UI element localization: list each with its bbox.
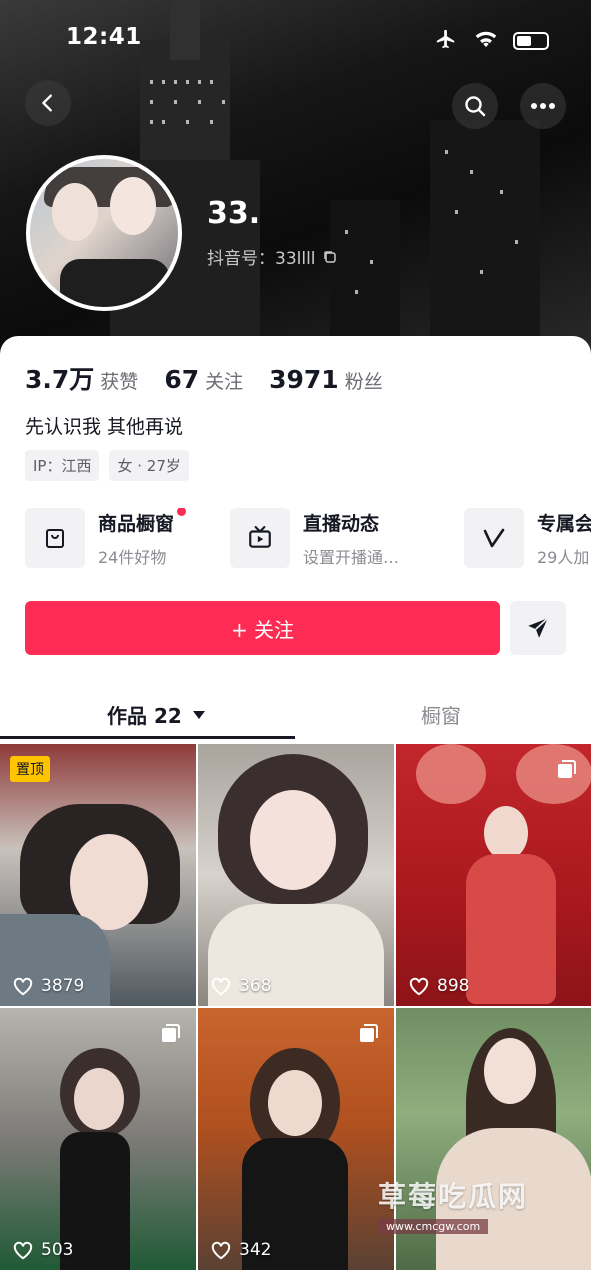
shortcut-subtitle: 29人加 [537,547,590,567]
like-count-value: 3879 [41,976,85,996]
gender-age-tag: 女 · 27岁 [109,450,189,481]
status-bar: 12:41 [0,22,591,58]
video-tile[interactable]: 368 [198,744,394,1006]
stat-label: 关注 [205,371,244,393]
shortcut-subtitle: 24件好物 [98,547,167,567]
heart-icon [13,1241,33,1260]
search-icon [465,96,486,117]
shortcut-live-updates[interactable]: 直播动态 设置开播通… [230,508,399,568]
copy-icon[interactable] [322,249,338,265]
shortcut-title: 专属会 [537,512,591,535]
shortcut-subtitle: 设置开播通… [303,547,400,567]
wifi-icon [473,29,499,53]
avatar[interactable] [26,155,182,311]
caret-down-icon [192,710,205,719]
back-button[interactable] [25,80,71,126]
shortcut-title: 商品橱窗 [98,512,175,535]
stat-following[interactable]: 67 关注 [164,365,243,394]
share-button[interactable] [510,601,566,655]
ip-location-tag: IP：江西 [25,450,100,481]
v-badge-icon [464,508,524,568]
tab-indicator [0,736,295,739]
like-count-value: 368 [239,976,272,996]
stat-value: 3.7万 [25,365,95,394]
more-button[interactable] [520,83,566,129]
pinned-badge: 置顶 [10,756,50,782]
profile-stats: 3.7万 获赞 67 关注 3971 粉丝 [25,360,383,396]
shopping-bag-icon [25,508,85,568]
watermark-url: www.cmcgw.com [378,1219,489,1234]
profile-bio: 先认识我 其他再说 [25,416,184,438]
stat-value: 67 [164,365,200,394]
watermark: 草莓吃瓜网 www.cmcgw.com [378,1175,588,1234]
heart-icon [13,977,33,996]
tab-label: 作品 22 [107,704,182,728]
profile-tags: IP：江西 女 · 27岁 [25,450,189,481]
heart-icon [211,977,231,996]
follow-button[interactable]: + 关注 [25,601,500,655]
like-count: 503 [12,1240,73,1260]
stat-likes[interactable]: 3.7万 获赞 [25,360,138,396]
airplane-icon [433,28,459,54]
multi-image-icon [162,1024,180,1042]
video-tile[interactable]: 503 [0,1008,196,1270]
shortcut-shop-window[interactable]: 商品橱窗 24件好物 [25,508,187,568]
stat-followers[interactable]: 3971 粉丝 [269,365,383,394]
notification-dot [177,508,187,516]
profile-card: 3.7万 获赞 67 关注 3971 粉丝 先认识我 其他再说 IP：江西 女 · 2… [0,336,591,1280]
video-tile[interactable]: 342 [198,1008,394,1270]
heart-icon [211,1241,231,1260]
profile-shortcuts: 商品橱窗 24件好物 直播动态 设置开播通… 专属会 29人加 [25,508,591,572]
heart-icon [409,977,429,996]
status-time: 12:41 [66,24,142,50]
shortcut-exclusive-membership[interactable]: 专属会 29人加 [464,508,591,568]
chevron-left-icon [42,94,52,112]
video-tile[interactable]: 898 [396,744,591,1006]
shortcut-title: 直播动态 [303,512,380,535]
multi-image-icon [558,760,576,778]
multi-image-icon [360,1024,378,1042]
tab-works[interactable]: 作品 22 [107,700,206,729]
like-count-value: 342 [239,1240,272,1260]
douyin-id[interactable]: 抖音号：33llll [207,244,338,269]
stat-label: 粉丝 [344,371,383,393]
video-tile[interactable]: 置顶 3879 [0,744,196,1006]
watermark-title: 草莓吃瓜网 [378,1180,529,1213]
like-count-value: 898 [437,976,470,996]
battery-icon [513,32,549,50]
search-button[interactable] [452,83,498,129]
like-count-value: 503 [41,1240,74,1260]
profile-name: 33. [207,196,261,231]
tv-icon [230,508,290,568]
douyin-id-text: 抖音号：33llll [207,249,316,269]
like-count: 368 [210,976,271,996]
like-count: 898 [408,976,469,996]
like-count: 342 [210,1240,271,1260]
profile-screen: { "status_bar": { "time": "12:41" }, "pr… [0,0,591,1280]
tab-showcase[interactable]: 橱窗 [421,700,461,729]
send-icon [528,617,549,638]
more-dots-icon [531,103,555,109]
stat-label: 获赞 [100,371,139,393]
like-count: 3879 [12,976,84,996]
stat-value: 3971 [269,365,339,394]
